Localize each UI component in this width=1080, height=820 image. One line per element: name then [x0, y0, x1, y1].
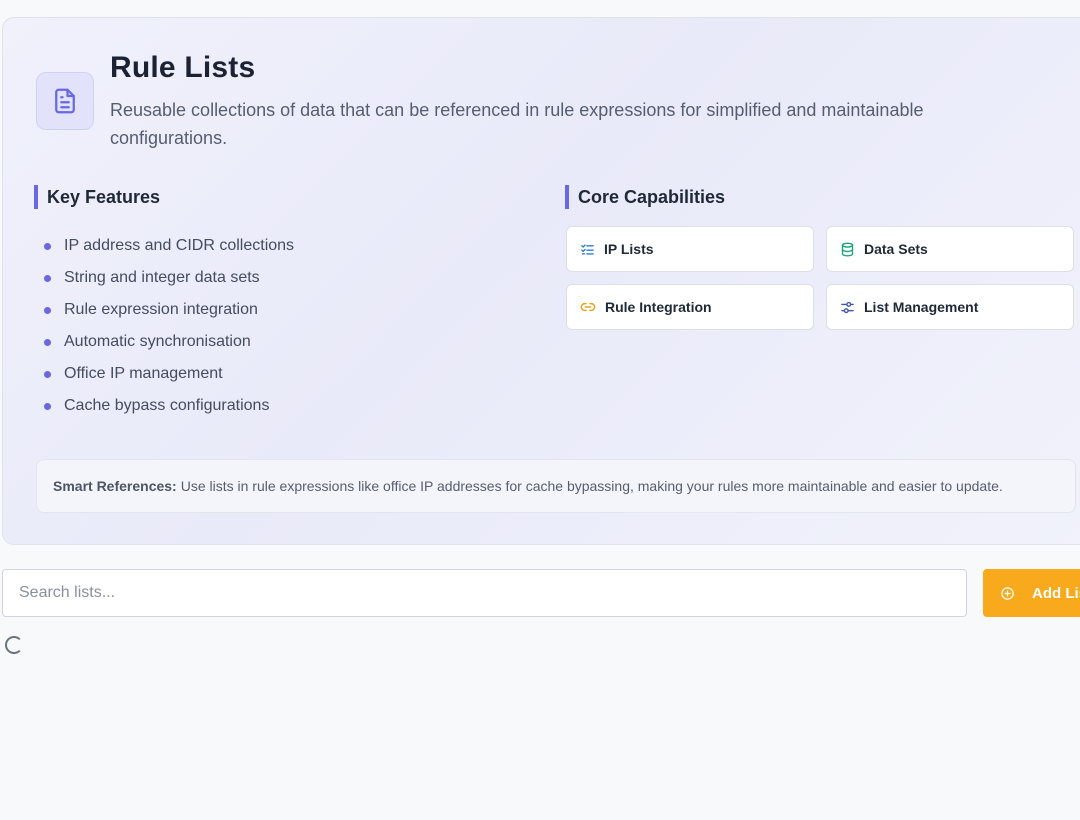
list-item: IP address and CIDR collections [44, 234, 294, 266]
smart-references-note: Smart References: Use lists in rule expr… [36, 459, 1076, 513]
database-icon [841, 242, 854, 256]
core-capabilities-heading: Core Capabilities [565, 185, 725, 209]
capability-ip-lists: IP Lists [566, 226, 814, 272]
list-item: Automatic synchronisation [44, 330, 294, 362]
smart-references-text: Use lists in rule expressions like offic… [180, 478, 1003, 494]
list-check-icon [581, 243, 594, 255]
page-title: Rule Lists [110, 51, 256, 84]
capability-label: Rule Integration [605, 299, 712, 315]
key-features-list: IP address and CIDR collections String a… [44, 234, 294, 426]
add-list-label: Add List [1032, 584, 1080, 602]
list-item: Office IP management [44, 362, 294, 394]
capability-label: IP Lists [604, 241, 654, 257]
plus-circle-icon [1001, 586, 1014, 600]
capability-label: List Management [864, 299, 979, 315]
document-icon [36, 72, 94, 130]
add-list-button[interactable]: Add List [983, 569, 1080, 617]
capability-rule-integration: Rule Integration [566, 284, 814, 330]
capability-list-management: List Management [826, 284, 1074, 330]
list-item: String and integer data sets [44, 266, 294, 298]
capability-data-sets: Data Sets [826, 226, 1074, 272]
sliders-icon [841, 301, 854, 313]
list-item: Rule expression integration [44, 298, 294, 330]
loading-spinner-icon [5, 636, 23, 654]
list-item: Cache bypass configurations [44, 394, 294, 426]
search-input[interactable] [2, 569, 967, 617]
rule-lists-info-card: Rule Lists Reusable collections of data … [2, 17, 1080, 545]
page-description: Reusable collections of data that can be… [110, 100, 924, 148]
link-icon [580, 302, 596, 312]
smart-references-label: Smart References: [53, 478, 177, 494]
capability-label: Data Sets [864, 241, 928, 257]
key-features-heading: Key Features [34, 185, 160, 209]
